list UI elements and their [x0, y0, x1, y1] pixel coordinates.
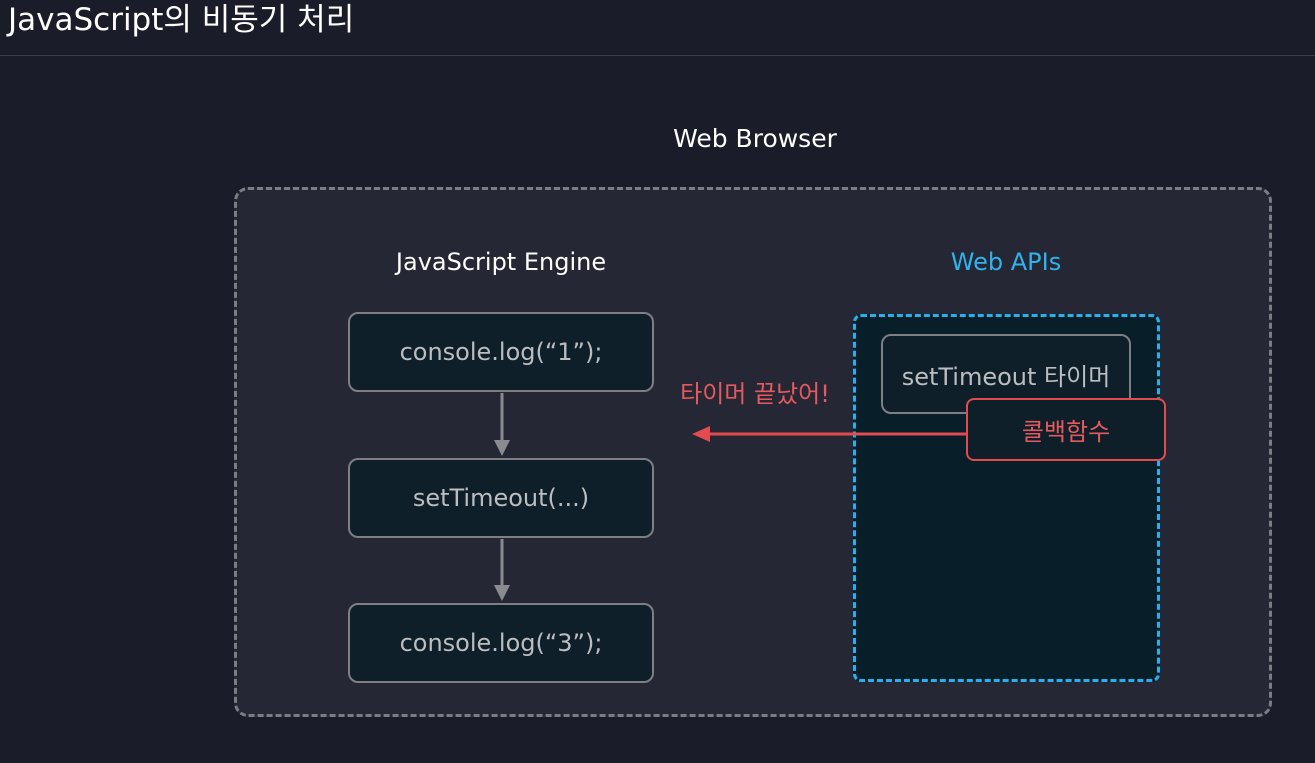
engine-step-console-log-3: console.log(“3”); — [348, 603, 654, 683]
engine-step-console-log-1: console.log(“1”); — [348, 312, 654, 392]
timer-done-label: 타이머 끝났어! — [680, 380, 830, 408]
slide: JavaScript의 비동기 처리 Web Browser JavaScrip… — [0, 0, 1315, 763]
web-apis-label: Web APIs — [950, 248, 1062, 276]
page-title: JavaScript의 비동기 처리 — [8, 2, 355, 38]
title-divider — [0, 55, 1315, 56]
callback-function-box: 콜백함수 — [966, 398, 1166, 461]
engine-step-set-timeout: setTimeout(...) — [348, 458, 654, 538]
web-browser-label: Web Browser — [673, 124, 837, 153]
javascript-engine-label: JavaScript Engine — [395, 248, 607, 276]
